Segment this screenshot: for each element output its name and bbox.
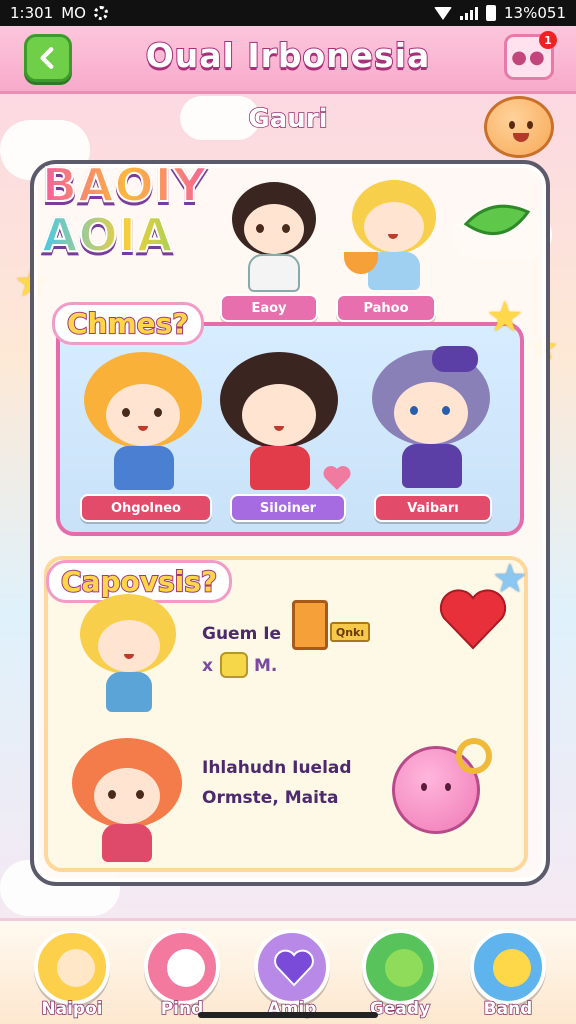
character-card-2[interactable] xyxy=(220,352,338,492)
capsule-2-sub: Ormste, Maita xyxy=(202,788,339,808)
section-title-characters: Chmes? xyxy=(52,302,204,345)
capsule-1-sub2: M. xyxy=(254,656,278,676)
logo-line2: AOIA xyxy=(41,209,212,261)
character-name-tag[interactable]: Eaoy xyxy=(220,294,318,322)
mascot-avatar[interactable] xyxy=(484,96,554,158)
wifi-icon xyxy=(434,6,453,20)
character-name-tag[interactable]: Siloiner xyxy=(230,494,346,522)
nav-icon-bg xyxy=(470,929,546,1005)
capsule-character-2[interactable] xyxy=(72,738,182,862)
capsule-tag: Qnkı xyxy=(330,622,370,642)
nav-icon-bg xyxy=(144,929,220,1005)
nav-item-pind[interactable]: Pind xyxy=(140,929,224,1024)
character-card-1[interactable] xyxy=(84,352,202,492)
character-card-3[interactable] xyxy=(372,346,490,492)
heart-icon[interactable] xyxy=(438,588,508,652)
character-eye xyxy=(108,790,116,799)
status-bar: 1:301 MO 13%051 xyxy=(0,0,576,26)
apple-face-icon xyxy=(167,949,205,987)
page-title: Oual Irbonesia xyxy=(145,35,431,76)
character-face-icon xyxy=(57,949,95,987)
notification-badge: 1 xyxy=(539,31,557,49)
character-portrait-top-1[interactable] xyxy=(226,182,322,292)
character-portrait-top-2[interactable] xyxy=(344,180,442,290)
character-eye xyxy=(136,790,144,799)
back-button[interactable] xyxy=(24,34,72,82)
leaf-icon xyxy=(463,204,531,235)
capsule-character-1[interactable] xyxy=(80,594,176,714)
character-name-tag[interactable]: Vaibarı xyxy=(374,494,492,522)
ring-icon xyxy=(456,738,492,774)
capsule-2-title: Ihlahudn Iuelad xyxy=(202,758,352,778)
heart-icon xyxy=(274,949,314,987)
character-name-tag[interactable]: Pahoo xyxy=(336,294,436,322)
chick-face-icon xyxy=(493,949,531,987)
character-body xyxy=(402,444,462,488)
nav-item-naipoi[interactable]: Naipoi xyxy=(30,929,114,1024)
battery-level: 13%051 xyxy=(504,4,566,22)
character-eye xyxy=(256,224,264,233)
character-face xyxy=(242,384,316,446)
character-face xyxy=(364,202,424,252)
battery-icon xyxy=(486,5,497,21)
character-eye xyxy=(410,406,418,415)
capsule-1-sub: x xyxy=(202,656,213,676)
character-eye xyxy=(442,406,450,415)
back-arrow-icon xyxy=(40,47,54,69)
bottom-navigation: Naipoi Pind Amip Geady Band xyxy=(0,918,576,1024)
nav-icon-bg xyxy=(254,929,330,1005)
character-name-tag[interactable]: Ohgolneo xyxy=(80,494,212,522)
character-eye xyxy=(282,224,290,233)
nav-icon-bg xyxy=(362,929,438,1005)
gift-box-icon xyxy=(292,600,328,650)
creature-eye xyxy=(421,783,427,791)
star-icon: ★ xyxy=(486,292,524,341)
hair-bow-icon xyxy=(432,346,478,372)
character-body xyxy=(102,824,152,862)
home-indicator[interactable] xyxy=(198,1012,378,1018)
nav-label: Band xyxy=(483,998,533,1020)
character-body xyxy=(114,446,174,490)
ellipsis-icon: ●● xyxy=(511,46,547,68)
nav-item-amip[interactable]: Amip xyxy=(250,929,334,1024)
character-face xyxy=(394,382,468,444)
mascot-eye xyxy=(509,121,515,129)
character-face xyxy=(106,384,180,446)
character-body xyxy=(250,446,310,490)
capsule-1-title: Guem Ie xyxy=(202,624,282,644)
creature-eye xyxy=(445,783,451,791)
mascot-mouth xyxy=(513,133,529,142)
menu-button[interactable]: ●● 1 xyxy=(504,31,557,80)
character-body xyxy=(248,254,300,292)
nav-item-band[interactable]: Band xyxy=(466,929,550,1024)
app-header: Oual Irbonesia ●● 1 xyxy=(0,26,576,94)
character-face xyxy=(244,204,304,254)
nav-label: Naipoi xyxy=(41,998,104,1020)
nav-icon-bg xyxy=(34,929,110,1005)
mascot-eye xyxy=(527,121,533,129)
settings-status-icon xyxy=(93,6,108,20)
game-logo: BAOIY AOIA xyxy=(41,159,212,270)
capsule-icon xyxy=(220,652,248,678)
character-face xyxy=(98,620,160,672)
character-eye xyxy=(122,408,130,417)
logo-line1: BAOIY xyxy=(41,159,212,211)
signal-icon xyxy=(460,6,479,20)
status-carrier: MO xyxy=(61,4,86,22)
frog-face-icon xyxy=(385,949,423,987)
character-eye xyxy=(154,408,162,417)
character-body xyxy=(106,672,152,712)
heart-icon xyxy=(323,466,351,490)
character-face xyxy=(94,768,160,824)
status-time: 1:301 xyxy=(10,4,54,22)
nav-item-geady[interactable]: Geady xyxy=(358,929,442,1024)
